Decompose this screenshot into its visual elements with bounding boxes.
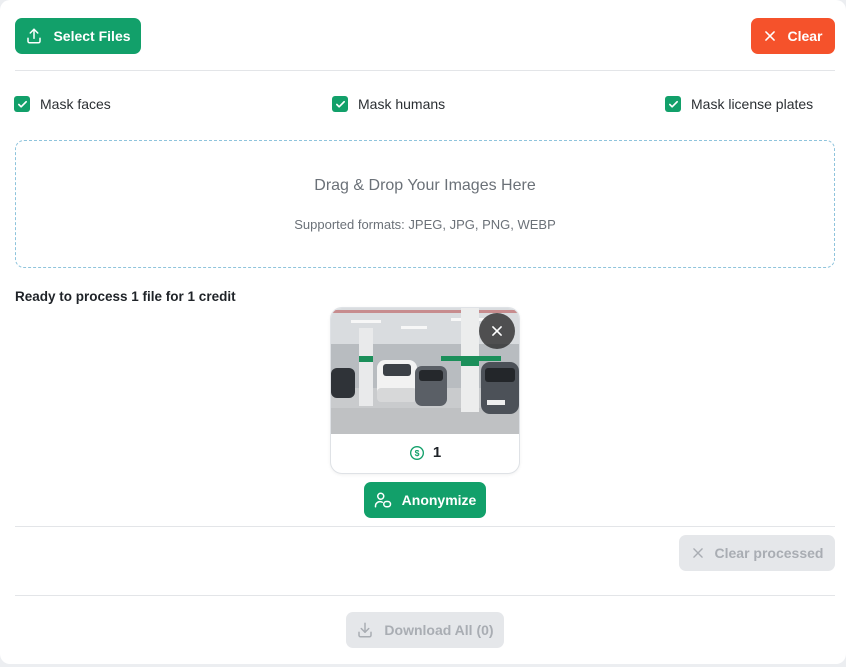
- file-card: $ 1: [330, 307, 520, 474]
- download-icon: [358, 622, 373, 638]
- checkbox-checked-icon: [332, 96, 348, 112]
- download-all-label: Download All (0): [384, 622, 494, 638]
- remove-file-button[interactable]: [479, 313, 515, 349]
- checkbox-checked-icon: [14, 96, 30, 112]
- credit-cost: $ 1: [331, 444, 519, 461]
- close-icon: [492, 326, 502, 336]
- credit-cost-value: 1: [432, 444, 442, 461]
- mask-humans-checkbox[interactable]: Mask humans: [332, 96, 445, 112]
- divider: [15, 526, 835, 527]
- mask-license-plates-checkbox[interactable]: Mask license plates: [665, 96, 813, 112]
- coin-icon: $: [409, 445, 424, 460]
- uploader-card: Select Files Clear Mask faces Mask human…: [0, 0, 846, 664]
- ready-status-text: Ready to process 1 file for 1 credit: [15, 289, 236, 304]
- drop-zone-title: Drag & Drop Your Images Here: [314, 177, 536, 194]
- select-files-label: Select Files: [53, 28, 131, 44]
- select-files-button[interactable]: Select Files: [15, 18, 141, 54]
- mask-license-plates-label: Mask license plates: [691, 96, 814, 112]
- mask-faces-checkbox[interactable]: Mask faces: [14, 96, 111, 112]
- anonymize-label: Anonymize: [401, 492, 477, 508]
- upload-icon: [27, 28, 42, 44]
- close-icon: [692, 548, 703, 558]
- mask-humans-label: Mask humans: [358, 96, 446, 112]
- close-icon: [765, 31, 776, 41]
- supported-formats-text: Supported formats: JPEG, JPG, PNG, WEBP: [294, 217, 556, 232]
- clear-processed-label: Clear processed: [714, 545, 824, 561]
- download-all-button[interactable]: Download All (0): [346, 612, 504, 648]
- svg-text:$: $: [414, 448, 419, 458]
- drop-zone[interactable]: Drag & Drop Your Images Here Supported f…: [15, 140, 835, 268]
- clear-label: Clear: [787, 28, 823, 44]
- anonymize-button[interactable]: Anonymize: [364, 482, 486, 518]
- clear-button[interactable]: Clear: [751, 18, 835, 54]
- divider: [15, 70, 835, 71]
- mask-faces-label: Mask faces: [40, 96, 111, 112]
- user-shield-icon: [374, 492, 391, 508]
- clear-processed-button[interactable]: Clear processed: [679, 535, 835, 571]
- checkbox-checked-icon: [665, 96, 681, 112]
- divider: [15, 595, 835, 596]
